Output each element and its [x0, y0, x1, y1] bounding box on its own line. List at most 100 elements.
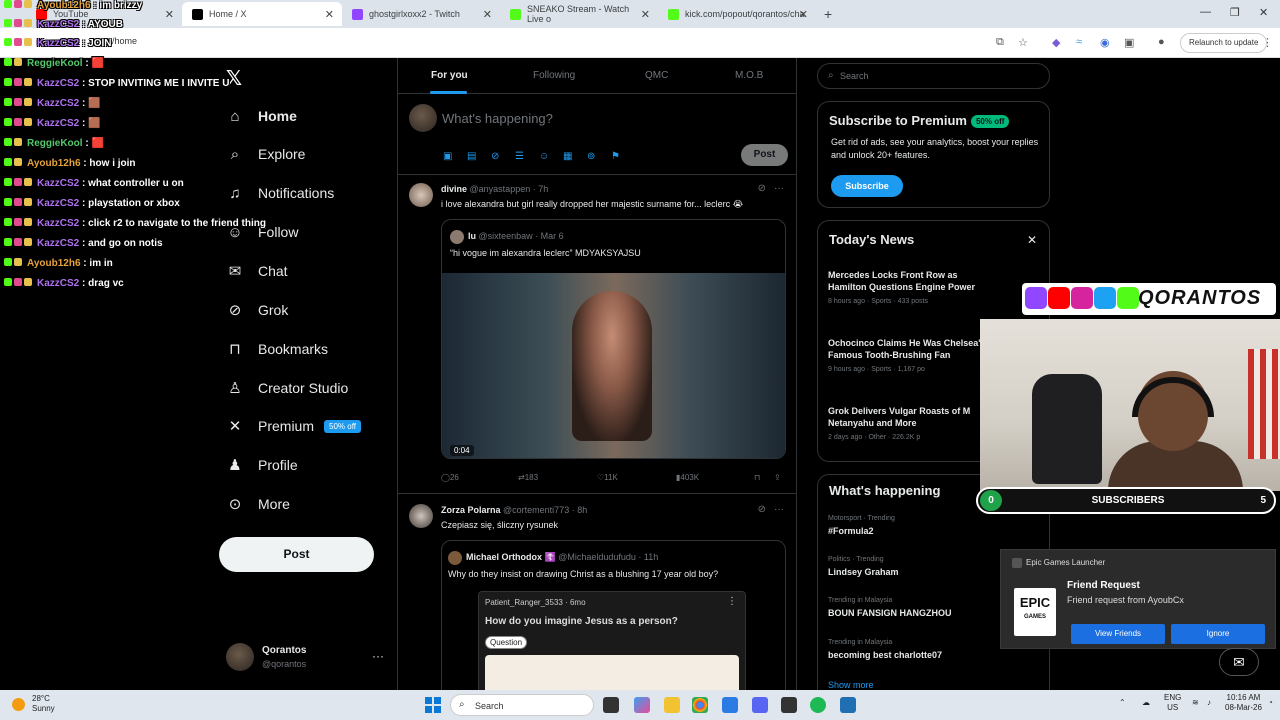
- flag-icon[interactable]: ⚑: [611, 151, 620, 162]
- cloud-icon[interactable]: ☁: [1142, 698, 1150, 708]
- account-switcher[interactable]: Qorantos @qorantos ···: [226, 643, 386, 673]
- news-item[interactable]: Ochocinco Claims He Was Chelsea's Famous…: [828, 337, 998, 373]
- tab-kick-popout[interactable]: kick.com/popout/qorantos/cha ✕: [658, 2, 816, 26]
- video-player[interactable]: 0:04: [442, 273, 785, 458]
- chrome-icon[interactable]: [692, 697, 708, 713]
- wifi-icon[interactable]: ≋: [1192, 698, 1199, 708]
- trend-item[interactable]: Trending in Malaysia becoming best charlo…: [828, 639, 942, 660]
- nav-grok[interactable]: ⊘ Grok: [226, 296, 289, 324]
- grok-icon[interactable]: ⊘: [758, 183, 766, 194]
- language-indicator[interactable]: ENG US: [1164, 693, 1181, 713]
- discord-icon[interactable]: [752, 697, 768, 713]
- grok-icon[interactable]: ⊘: [491, 151, 499, 162]
- tweet[interactable]: divine @anyastappen · 7h ⊘ ··· i love al…: [398, 183, 796, 493]
- tab-mob[interactable]: M.O.B: [735, 70, 763, 81]
- tab-following[interactable]: Following: [533, 70, 575, 81]
- trend-item[interactable]: Motorsport · Trending #Formula2: [828, 515, 895, 536]
- tab-sneako[interactable]: SNEAKO Stream - Watch Live o ✕: [500, 2, 658, 26]
- share-icon[interactable]: ⇪: [774, 473, 781, 482]
- compose-post-button[interactable]: Post: [741, 144, 788, 166]
- news-item[interactable]: Grok Delivers Vulgar Roasts of M Netanya…: [828, 405, 998, 441]
- more-icon[interactable]: ···: [774, 183, 784, 194]
- nav-notifications[interactable]: ♫ Notifications: [226, 179, 334, 207]
- nav-more[interactable]: ⊙ More: [226, 490, 290, 518]
- trend-item[interactable]: Politics · Trending Lindsey Graham: [828, 556, 899, 577]
- schedule-icon[interactable]: ▦: [563, 151, 572, 162]
- more-icon[interactable]: ···: [372, 649, 384, 663]
- location-icon[interactable]: ⊚: [587, 151, 595, 162]
- compose-input[interactable]: What's happening?: [442, 111, 553, 126]
- menu-kebab-icon[interactable]: ⋮: [1262, 36, 1273, 49]
- avatar[interactable]: [409, 504, 433, 528]
- close-tab-icon[interactable]: ✕: [325, 8, 334, 21]
- notification-bell-icon[interactable]: ◔: [1268, 698, 1273, 708]
- close-window-button[interactable]: ✕: [1259, 6, 1268, 19]
- author-name[interactable]: divine: [441, 184, 467, 194]
- bookmark-icon[interactable]: ⊓: [754, 473, 760, 482]
- edge-icon[interactable]: [722, 697, 738, 713]
- start-button[interactable]: [425, 697, 441, 713]
- copilot-icon[interactable]: [634, 697, 650, 713]
- close-tab-icon[interactable]: ✕: [165, 8, 174, 21]
- relaunch-button[interactable]: Relaunch to update: [1180, 33, 1268, 53]
- install-icon[interactable]: ⧉: [996, 36, 1004, 49]
- repost-button[interactable]: ⇄ 183: [518, 473, 538, 482]
- tab-for-you[interactable]: For you: [431, 70, 468, 81]
- grok-icon[interactable]: ⊘: [758, 504, 766, 515]
- nav-creator-studio[interactable]: ♙ Creator Studio: [226, 374, 348, 402]
- extension-icon[interactable]: ◆: [1052, 36, 1060, 49]
- nav-home[interactable]: ⌂ Home: [226, 102, 296, 130]
- spotify-icon[interactable]: [810, 697, 826, 713]
- image-icon[interactable]: ▣: [443, 151, 452, 162]
- post-button[interactable]: Post: [219, 537, 374, 572]
- view-friends-button[interactable]: View Friends: [1071, 624, 1165, 644]
- tab-x-home[interactable]: Home / X ✕: [182, 2, 342, 26]
- app-icon[interactable]: [781, 697, 797, 713]
- close-tab-icon[interactable]: ✕: [799, 8, 808, 21]
- author-name[interactable]: Zorza Polarna: [441, 505, 501, 515]
- extension-icon[interactable]: ◉: [1100, 36, 1110, 49]
- bookmark-star-icon[interactable]: ☆: [1018, 36, 1028, 49]
- maximize-button[interactable]: ❐: [1230, 6, 1240, 19]
- extensions-puzzle-icon[interactable]: ▣: [1124, 36, 1134, 49]
- quoted-tweet[interactable]: Michael Orthodox ☦️ @Michaeldudufudu · 1…: [441, 540, 786, 690]
- close-tab-icon[interactable]: ✕: [641, 8, 650, 21]
- nav-chat[interactable]: ✉ Chat: [226, 257, 288, 285]
- tab-twitch[interactable]: ghostgirlxoxx2 - Twitch ✕: [342, 2, 500, 26]
- messages-drawer-button[interactable]: ✉: [1219, 648, 1259, 676]
- trend-item[interactable]: Trending in Malaysia BOUN FANSIGN HANGZHO…: [828, 597, 952, 618]
- news-item[interactable]: Mercedes Locks Front Row as Hamilton Que…: [828, 269, 998, 305]
- extension-icon[interactable]: ≈: [1076, 36, 1082, 48]
- profile-avatar-icon[interactable]: ●: [1158, 36, 1165, 48]
- volume-icon[interactable]: ♪: [1207, 698, 1211, 708]
- security-shield-icon[interactable]: [840, 697, 856, 713]
- file-explorer-icon[interactable]: [664, 697, 680, 713]
- views-button[interactable]: ▮ 403K: [676, 473, 699, 482]
- reply-button[interactable]: ◯ 26: [441, 473, 459, 482]
- minimize-button[interactable]: —: [1200, 6, 1211, 18]
- chevron-up-icon[interactable]: ⌃: [1119, 698, 1126, 708]
- quoted-tweet[interactable]: lu @sixteenbaw · Mar 6 “hi vogue im alex…: [441, 219, 786, 459]
- taskbar-search[interactable]: ⌕ Search: [450, 694, 594, 716]
- task-view-icon[interactable]: [603, 697, 619, 713]
- tab-qmc[interactable]: QMC: [645, 70, 668, 81]
- ignore-button[interactable]: Ignore: [1171, 624, 1265, 644]
- poll-icon[interactable]: ☰: [515, 151, 524, 162]
- nav-bookmarks[interactable]: ⊓ Bookmarks: [226, 335, 328, 363]
- nav-premium[interactable]: ✕ Premium 50% off: [226, 412, 361, 440]
- avatar[interactable]: [409, 183, 433, 207]
- gif-icon[interactable]: ▤: [467, 151, 476, 162]
- nav-explore[interactable]: ⌕ Explore: [226, 140, 306, 168]
- tweet[interactable]: Zorza Polarna @cortementi773 · 8h ⊘ ··· …: [398, 504, 796, 690]
- nav-profile[interactable]: ♟ Profile: [226, 451, 297, 479]
- show-more-link[interactable]: Show more: [828, 680, 874, 690]
- emoji-icon[interactable]: ☺: [539, 151, 549, 162]
- new-tab-button[interactable]: +: [824, 6, 832, 22]
- clock[interactable]: 10:16 AM 08-Mar-26: [1225, 693, 1262, 713]
- more-icon[interactable]: ···: [774, 504, 784, 515]
- subscribe-button[interactable]: Subscribe: [831, 175, 903, 197]
- like-button[interactable]: ♡ 11K: [597, 473, 618, 482]
- close-icon[interactable]: ✕: [1027, 233, 1037, 247]
- search-input[interactable]: ⌕ Search: [817, 63, 1050, 89]
- close-tab-icon[interactable]: ✕: [483, 8, 492, 21]
